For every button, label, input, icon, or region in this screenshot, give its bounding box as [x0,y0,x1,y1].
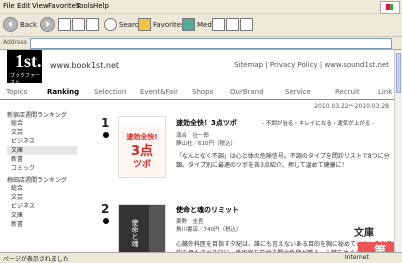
rank-number-1: 1 [101,116,110,130]
sidebar-item-umeda-shinsho[interactable]: 新書 [7,220,77,229]
svg-text:3点: 3点 [131,143,153,159]
back-button[interactable]: Back [3,17,37,32]
nav-shops[interactable]: Shops [192,88,213,96]
print-button[interactable] [240,17,255,32]
svg-text:使命と魂: 使命と魂 [131,218,139,248]
forward-arrow-icon [40,17,55,32]
book-publisher-2: 角川書店／740円（税込） [176,227,242,233]
rank-number-2: 2 [101,202,110,216]
nav-recruit[interactable]: Recruit [335,88,360,96]
refresh-icon [72,18,85,31]
sidebar-item-umeda-business[interactable]: ビジネス [7,202,77,211]
sidebar-item-umeda-bunko[interactable]: 文庫 [7,211,77,220]
address-label: Address [3,39,27,46]
address-input[interactable] [30,38,392,49]
nav-ourbrand[interactable]: OurBrand [230,88,264,96]
refresh-button[interactable] [72,17,87,32]
nav-link[interactable]: Link [378,88,392,96]
stop-icon [58,18,71,31]
media-icon [182,18,195,31]
favorites-label: Favorites [153,20,185,29]
rank-up-arrow-icon [103,132,109,138]
mail-icon [226,18,239,31]
windows-logo-icon [380,1,400,14]
sidebar-item-umeda-bungei[interactable]: 文芸 [7,193,77,202]
sidebar-item-sogo[interactable]: 総合 [7,119,77,128]
top-links[interactable]: Sitemap | Privacy Policy | www.sound1st.… [234,61,389,69]
svg-text:ツボ: ツボ [133,158,151,170]
sidebar-item-bunko[interactable]: 文庫 [7,146,77,155]
sidebar-item-umeda-sogo[interactable]: 総合 [7,184,77,193]
star-icon [138,18,151,31]
mail-button[interactable] [226,17,241,32]
menu-view[interactable]: View [32,2,49,10]
history-button[interactable] [212,17,227,32]
menu-bar: File Edit View Favorites Tools Help [0,0,402,14]
home-icon [86,18,99,31]
forward-button[interactable] [40,17,57,32]
back-arrow-icon [3,17,18,32]
status-bar: ページが表示されました Internet [0,252,402,263]
web-page: 1st. ブックファースト www.book1st.net Sitemap | … [0,50,395,252]
main-nav: Topics Ranking Selection Event&Fair Shop… [0,87,395,100]
book-publisher-1: 静山社／610円（税込） [176,141,236,147]
book-title-2[interactable]: 使命と魂のリミット [176,205,239,215]
address-bar: Address [0,37,402,50]
back-label: Back [20,20,37,29]
banner-line1: 文庫 [354,228,374,239]
stop-button[interactable] [58,17,73,32]
book-description-1: 「なんとなく不調」は心と体の危険信号。不調のタイプを問診リストで8つに分類。タイ… [176,153,390,169]
sidebar-group-umeda-title: 梅田店週間ランキング [7,177,67,184]
sidebar-group-shinjuku-title: 新宿店週間ランキング [7,112,67,119]
nav-ranking[interactable]: Ranking [47,88,79,96]
bunko-banner[interactable]: 文庫 第 [350,222,395,252]
nav-event-fair[interactable]: Event&Fair [140,88,178,96]
scrollbar-thumb[interactable] [396,53,401,93]
book-title-1[interactable]: 速効全快！3点ツボ [176,118,237,128]
status-zone: Internet [345,254,369,261]
nav-selection[interactable]: Selection [94,88,126,96]
book-cover-2[interactable]: 使命と魂 [118,204,166,252]
sidebar-item-bungei[interactable]: 文芸 [7,128,77,137]
book-subtitle-1: - 不調が治る・キレイになる・運気が上がる - [262,121,374,127]
banner-line2: 第 [374,244,387,252]
site-logo[interactable]: 1st. ブックファースト [7,50,42,86]
menu-edit[interactable]: Edit [17,2,31,10]
sidebar-item-comic[interactable]: コミック [7,164,77,173]
book-cover-2-art: 使命と魂 [119,205,165,252]
sidebar-item-business[interactable]: ビジネス [7,137,77,146]
book-cover-1-art: 速効全快! 3点 ツボ [119,117,165,170]
print-icon [240,18,253,31]
menu-file[interactable]: File [3,2,15,10]
nav-topics[interactable]: Topics [6,88,27,96]
nav-service[interactable]: Service [285,88,311,96]
book-author-2: 東野 圭吾 [176,219,204,225]
history-icon [212,18,225,31]
book-author-1: 滝合 壮一郎 [176,133,210,139]
book-cover-1[interactable]: 速効全快! 3点 ツボ [118,116,166,178]
favorites-button[interactable]: Favorites [138,17,185,32]
svg-text:速効全快!: 速効全快! [126,132,157,141]
vertical-scrollbar[interactable] [394,50,402,252]
logo-text: 1st. [15,51,42,71]
toolbar: Back Search Favorites Media [0,14,402,37]
home-button[interactable] [86,17,101,32]
sidebar-item-shinsho[interactable]: 新書 [7,155,77,164]
menu-tools[interactable]: Tools [76,2,93,10]
menu-help[interactable]: Help [93,2,109,10]
sidebar: 新宿店週間ランキング 総合 文芸 ビジネス 文庫 新書 コミック 梅田店週間ラン… [7,108,77,229]
site-url: www.book1st.net [50,61,120,70]
rank-up-arrow-icon [103,218,109,224]
menu-favorites[interactable]: Favorites [48,2,80,10]
logo-subtext: ブックファースト [10,73,41,86]
ranking-period: 2010.03.22～2010.03.28 [314,103,389,110]
search-icon [104,18,117,31]
